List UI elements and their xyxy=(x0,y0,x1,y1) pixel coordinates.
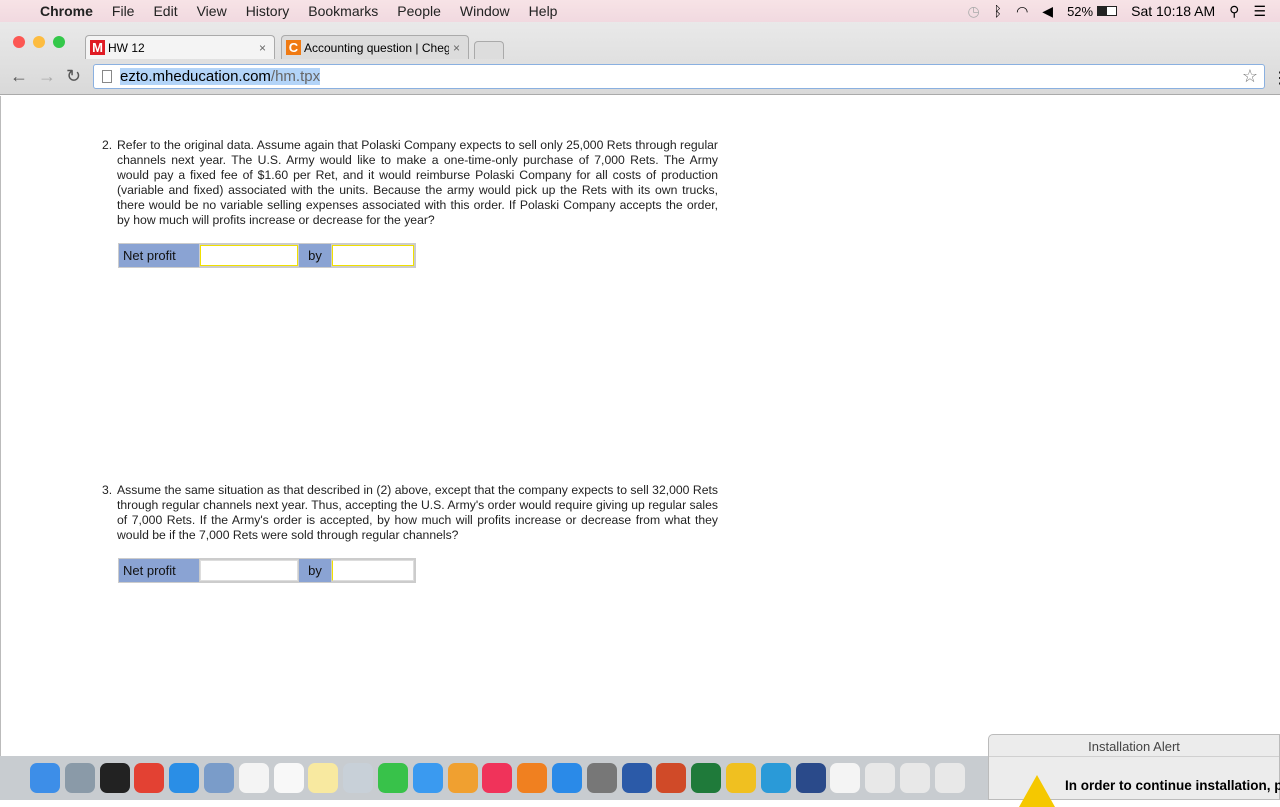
alert-title: Installation Alert xyxy=(989,735,1279,757)
tab-chegg[interactable]: C Accounting question | Cheg × xyxy=(281,35,469,59)
dock-word-icon[interactable] xyxy=(621,763,652,793)
dock-system-preferences-icon[interactable] xyxy=(586,763,617,793)
dock-notes-icon[interactable] xyxy=(308,763,339,793)
bluetooth-icon[interactable]: ᛒ xyxy=(994,3,1002,19)
by-label: by xyxy=(299,244,331,267)
battery-percent: 52% xyxy=(1067,3,1094,19)
dock-word-doc-3-icon[interactable] xyxy=(934,763,965,793)
tab-label: HW 12 xyxy=(108,40,145,55)
dock-c-app-icon[interactable] xyxy=(760,763,791,793)
browser-chrome: M HW 12 × C Accounting question | Cheg ×… xyxy=(0,22,1280,95)
question-number: 2. xyxy=(102,138,113,152)
dock-document-icon[interactable] xyxy=(830,763,861,793)
menu-file[interactable]: File xyxy=(112,3,135,19)
dock-excel-icon[interactable] xyxy=(691,763,722,793)
dock xyxy=(0,756,990,800)
question-3: 3. Assume the same situation as that des… xyxy=(102,483,718,543)
menu-view[interactable]: View xyxy=(197,3,227,19)
alert-message: In order to continue installation, p xyxy=(1065,778,1280,793)
spotlight-icon[interactable]: ⚲ xyxy=(1229,3,1239,20)
net-profit-label: Net profit xyxy=(119,559,199,582)
amount-input-3[interactable] xyxy=(332,560,414,581)
back-icon[interactable]: ← xyxy=(10,66,28,87)
close-tab-icon[interactable]: × xyxy=(259,41,266,55)
url-path: /hm.tpx xyxy=(270,68,321,85)
net-profit-label: Net profit xyxy=(119,244,199,267)
dock-ibooks-icon[interactable] xyxy=(517,763,548,793)
dock-word-doc-2-icon[interactable] xyxy=(899,763,930,793)
chrome-menu-icon[interactable]: ⋮ xyxy=(1272,68,1280,88)
dock-reminders-icon[interactable] xyxy=(273,763,304,793)
dock-calendar-icon[interactable] xyxy=(238,763,269,793)
clock[interactable]: Sat 10:18 AM xyxy=(1131,3,1215,19)
tab-label: Accounting question | Cheg xyxy=(304,40,449,55)
dock-word-doc-1-icon[interactable] xyxy=(865,763,896,793)
menu-help[interactable]: Help xyxy=(529,3,558,19)
page-icon xyxy=(102,70,112,83)
reload-icon[interactable]: ↻ xyxy=(66,66,81,87)
time-machine-icon[interactable]: ◷ xyxy=(967,3,979,20)
dock-itunes-icon[interactable] xyxy=(482,763,513,793)
minimize-window-button[interactable] xyxy=(33,36,45,48)
dock-o-app-icon[interactable] xyxy=(725,763,756,793)
status-area: ◷ ᛒ ◠ ◀ 52% Sat 10:18 AM ⚲ ☰ xyxy=(967,0,1280,22)
dock-app-store-icon[interactable] xyxy=(551,763,582,793)
zoom-window-button[interactable] xyxy=(53,36,65,48)
dock-safari-icon[interactable] xyxy=(169,763,200,793)
dock-messages-icon[interactable] xyxy=(412,763,443,793)
menu-app[interactable]: Chrome xyxy=(40,3,93,19)
notification-center-icon[interactable]: ☰ xyxy=(1253,3,1266,20)
answer-row-3: Net profit by xyxy=(118,558,416,583)
warning-icon xyxy=(1019,775,1055,807)
bookmark-star-icon[interactable]: ☆ xyxy=(1242,66,1258,87)
page-content: 2. Refer to the original data. Assume ag… xyxy=(0,96,1280,756)
net-profit-select-3[interactable] xyxy=(200,560,298,581)
dock-photos-icon[interactable] xyxy=(447,763,478,793)
url-host: ezto.mheducation.com xyxy=(120,68,271,85)
wifi-icon[interactable]: ◠ xyxy=(1016,3,1028,20)
close-tab-icon[interactable]: × xyxy=(453,41,460,55)
menu-people[interactable]: People xyxy=(397,3,441,19)
question-number: 3. xyxy=(102,483,113,497)
dock-preview-icon[interactable] xyxy=(343,763,374,793)
tab-hw12[interactable]: M HW 12 × xyxy=(85,35,275,59)
question-text: Assume the same situation as that descri… xyxy=(117,483,718,542)
dock-quicktime-icon[interactable] xyxy=(795,763,826,793)
battery-icon[interactable] xyxy=(1097,6,1118,16)
amount-input-2[interactable] xyxy=(332,245,414,266)
forward-icon[interactable]: → xyxy=(38,66,56,87)
dock-chrome-icon[interactable] xyxy=(134,763,165,793)
dock-facetime-icon[interactable] xyxy=(377,763,408,793)
dock-launchpad-icon[interactable] xyxy=(64,763,95,793)
net-profit-select-2[interactable] xyxy=(200,245,298,266)
menu-bookmarks[interactable]: Bookmarks xyxy=(308,3,378,19)
chegg-favicon-icon: C xyxy=(286,40,301,55)
menu-window[interactable]: Window xyxy=(460,3,510,19)
mheducation-favicon-icon: M xyxy=(90,40,105,55)
question-2: 2. Refer to the original data. Assume ag… xyxy=(102,138,718,228)
by-label: by xyxy=(299,559,331,582)
address-bar[interactable]: ezto.mheducation.com/hm.tpx ☆ xyxy=(93,64,1265,89)
question-text: Refer to the original data. Assume again… xyxy=(117,138,718,227)
dock-mail-icon[interactable] xyxy=(203,763,234,793)
volume-icon[interactable]: ◀ xyxy=(1042,3,1053,20)
installation-alert-dialog: Installation Alert In order to continue … xyxy=(988,734,1280,807)
dock-finder-icon[interactable] xyxy=(30,763,60,793)
answer-row-2: Net profit by xyxy=(118,243,416,268)
dock-powerpoint-icon[interactable] xyxy=(656,763,687,793)
dock-mission-control-icon[interactable] xyxy=(99,763,130,793)
close-window-button[interactable] xyxy=(13,36,25,48)
menu-edit[interactable]: Edit xyxy=(153,3,177,19)
menu-history[interactable]: History xyxy=(246,3,290,19)
new-tab-button[interactable] xyxy=(474,41,504,59)
